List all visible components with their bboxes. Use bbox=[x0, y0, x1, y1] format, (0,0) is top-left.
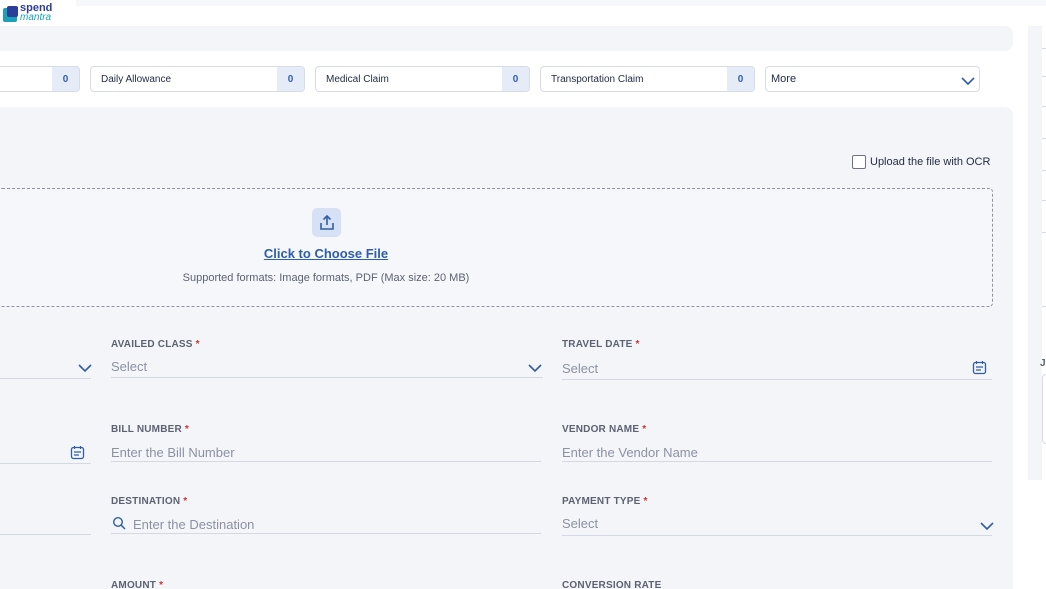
right-panel-label: J bbox=[1040, 358, 1046, 369]
calendar-icon[interactable] bbox=[70, 445, 85, 460]
field-underline bbox=[111, 377, 543, 378]
chevron-down-icon bbox=[961, 77, 975, 86]
header-strip bbox=[76, 0, 1046, 6]
bill-number-label: BILL NUMBER * bbox=[111, 424, 189, 435]
top-header: spend mantra bbox=[0, 0, 1046, 26]
field-underline bbox=[0, 378, 91, 379]
right-side-panel: J bbox=[1028, 26, 1046, 480]
app-logo[interactable]: spend mantra bbox=[3, 3, 52, 23]
travel-date-select[interactable]: Select bbox=[562, 361, 598, 376]
field-underline bbox=[562, 461, 992, 462]
category-count: 0 bbox=[727, 67, 754, 91]
category-count: 0 bbox=[502, 67, 529, 91]
supported-formats-text: Supported formats: Image formats, PDF (M… bbox=[182, 272, 470, 284]
upload-icon[interactable] bbox=[312, 208, 341, 237]
bill-number-input[interactable]: Enter the Bill Number bbox=[111, 445, 235, 460]
ocr-upload-option[interactable]: Upload the file with OCR bbox=[852, 155, 990, 169]
more-categories-dropdown[interactable]: More bbox=[765, 66, 980, 92]
category-count: 0 bbox=[277, 67, 304, 91]
chevron-down-icon[interactable] bbox=[980, 521, 994, 531]
category-chip-partial[interactable]: 0 bbox=[0, 66, 80, 92]
category-chip-daily-allowance[interactable]: Daily Allowance 0 bbox=[90, 66, 305, 92]
section-header-bar bbox=[0, 26, 1013, 51]
search-icon bbox=[112, 516, 126, 530]
amount-label: AMOUNT * bbox=[111, 580, 164, 589]
chevron-down-icon[interactable] bbox=[528, 363, 542, 373]
ocr-checkbox-label: Upload the file with OCR bbox=[870, 156, 991, 168]
field-underline bbox=[111, 461, 541, 462]
field-underline bbox=[0, 463, 91, 464]
ocr-checkbox[interactable] bbox=[852, 155, 866, 169]
field-underline bbox=[111, 533, 541, 534]
availed-class-select[interactable]: Select bbox=[111, 359, 147, 374]
destination-label: DESTINATION * bbox=[111, 496, 188, 507]
field-underline bbox=[562, 379, 992, 380]
logo-mark-icon bbox=[3, 6, 18, 23]
category-chip-medical-claim[interactable]: Medical Claim 0 bbox=[315, 66, 530, 92]
conversion-rate-label: CONVERSION RATE bbox=[562, 580, 662, 589]
destination-input[interactable]: Enter the Destination bbox=[133, 517, 254, 532]
category-label: Daily Allowance bbox=[101, 73, 172, 85]
chevron-down-icon[interactable] bbox=[78, 363, 92, 373]
category-label: Medical Claim bbox=[326, 73, 389, 85]
payment-type-label: PAYMENT TYPE * bbox=[562, 496, 648, 507]
vendor-name-label: VENDOR NAME * bbox=[562, 424, 647, 435]
payment-type-select[interactable]: Select bbox=[562, 516, 598, 531]
calendar-icon[interactable] bbox=[972, 360, 987, 375]
category-count: 0 bbox=[52, 67, 79, 91]
travel-date-label: TRAVEL DATE * bbox=[562, 339, 640, 350]
field-underline bbox=[562, 535, 992, 536]
availed-class-label: AVAILED CLASS * bbox=[111, 339, 200, 350]
expense-claim-page: spend mantra 0 Daily Allowance 0 Medical… bbox=[0, 0, 1046, 589]
category-chip-transportation-claim[interactable]: Transportation Claim 0 bbox=[540, 66, 755, 92]
field-underline bbox=[0, 534, 91, 535]
vendor-name-input[interactable]: Enter the Vendor Name bbox=[562, 445, 698, 460]
right-panel-field[interactable] bbox=[1042, 374, 1046, 444]
category-label: Transportation Claim bbox=[551, 73, 644, 85]
more-label: More bbox=[771, 73, 797, 85]
choose-file-link[interactable]: Click to Choose File bbox=[0, 246, 652, 261]
logo-text-line2: mantra bbox=[20, 12, 52, 23]
